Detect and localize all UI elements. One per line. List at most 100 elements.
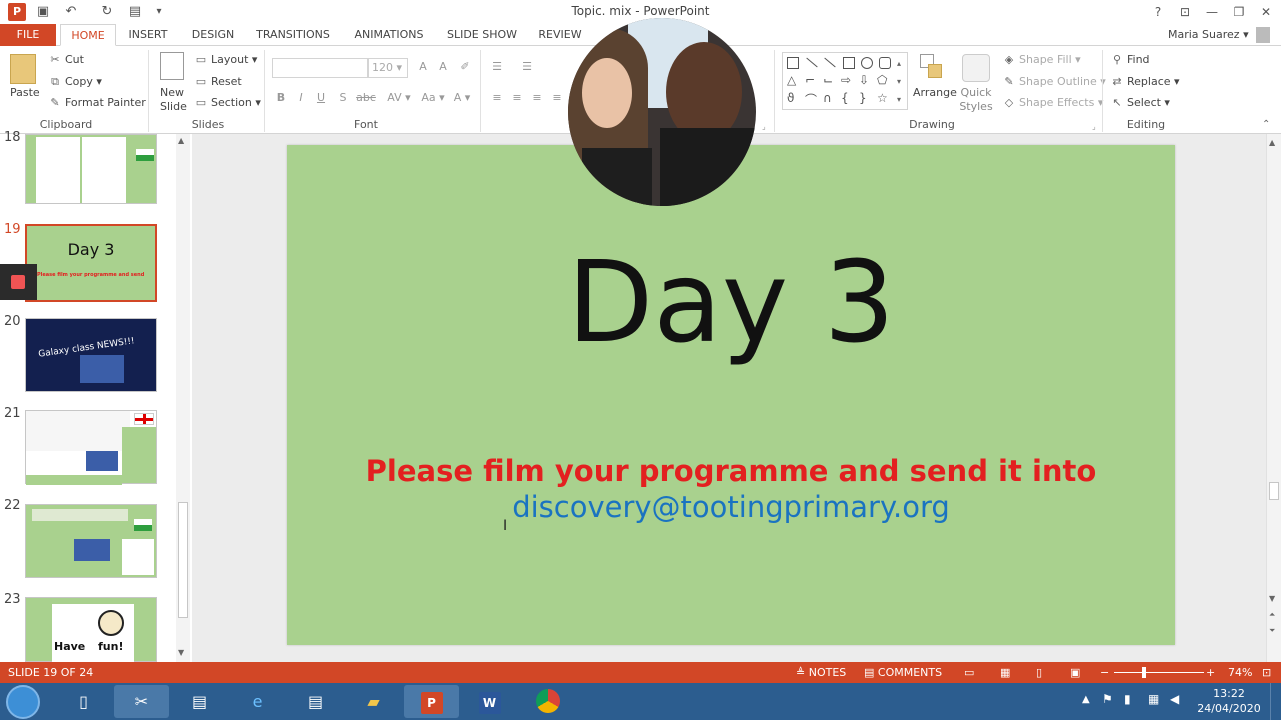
action-center-icon[interactable]: ⚑ xyxy=(1102,692,1113,706)
taskbar-presentation-icon[interactable]: ▤ xyxy=(172,685,227,718)
paste-button[interactable]: Paste xyxy=(10,86,40,99)
slide-body-line-1[interactable]: Please film your programme and send it i… xyxy=(287,454,1175,488)
taskbar-chrome-icon[interactable] xyxy=(520,685,575,718)
taskbar-file-explorer-icon[interactable]: ▰ xyxy=(346,685,401,718)
grow-font-icon[interactable]: A xyxy=(414,59,432,75)
stop-record-icon[interactable] xyxy=(11,275,25,289)
shape-outline-button[interactable]: ✎ Shape Outline ▾ xyxy=(1002,75,1105,88)
elbow-shape-icon[interactable]: ⌙ xyxy=(823,73,833,87)
show-hidden-icons-icon[interactable]: ▲ xyxy=(1082,694,1090,705)
power-icon[interactable]: ▮ xyxy=(1124,692,1131,706)
shapes-gallery[interactable]: △ ⌐ ⌙ ⇨ ⇩ ⬠ ϑ ⌒ ∩ { } ☆ ▴ ▾ ▾ xyxy=(782,52,908,110)
slide-thumbnail-21[interactable] xyxy=(25,410,157,485)
taskbar-blank-document-icon[interactable]: ▯ xyxy=(56,685,111,718)
slide-thumbnail-23[interactable]: Have fun! xyxy=(25,597,157,662)
quick-styles-button[interactable]: Quick Styles xyxy=(958,86,994,114)
reset-button[interactable]: ▭ Reset xyxy=(194,75,242,88)
minimize-button[interactable]: — xyxy=(1199,2,1225,22)
next-slide-icon[interactable]: ⏷ xyxy=(1269,626,1275,636)
font-color-button[interactable]: A ▾ xyxy=(450,90,474,106)
taskbar-screen-icon[interactable]: ▤ xyxy=(288,685,343,718)
find-button[interactable]: ⚲ Find xyxy=(1110,53,1150,66)
comments-button[interactable]: ▤ COMMENTS xyxy=(864,662,942,683)
quick-styles-icon[interactable] xyxy=(962,54,990,82)
slide-title[interactable]: Day 3 xyxy=(287,238,1175,368)
font-name-box[interactable] xyxy=(272,58,368,78)
star-shape-icon[interactable]: ☆ xyxy=(877,91,888,105)
replace-button[interactable]: ⇄ Replace ▾ xyxy=(1110,75,1179,88)
bullets-icon[interactable]: ☰ xyxy=(488,59,506,75)
shapes-more-icon[interactable]: ▴ ▾ ▾ xyxy=(897,55,901,109)
help-button[interactable]: ? xyxy=(1145,2,1171,22)
shape-effects-button[interactable]: ◇ Shape Effects ▾ xyxy=(1002,96,1104,109)
align-center-icon[interactable]: ≡ xyxy=(508,90,526,106)
ribbon-display-icon[interactable]: ⊡ xyxy=(1172,2,1198,22)
zoom-slider-thumb[interactable] xyxy=(1142,667,1146,678)
align-right-icon[interactable]: ≡ xyxy=(528,90,546,106)
bold-button[interactable]: B xyxy=(272,90,290,106)
slide-thumbnail-19[interactable]: Day 3 Please film your programme and sen… xyxy=(25,224,157,302)
scroll-up-icon[interactable]: ▲ xyxy=(1269,138,1275,147)
justify-icon[interactable]: ≡ xyxy=(548,90,566,106)
oval-shape-icon[interactable] xyxy=(861,57,873,69)
down-arrow-shape-icon[interactable]: ⇩ xyxy=(859,73,869,87)
select-button[interactable]: ↖ Select ▾ xyxy=(1110,96,1170,109)
paragraph-dialog-launcher-icon[interactable]: ⌟ xyxy=(762,122,766,131)
new-slide-button[interactable]: New Slide xyxy=(160,86,187,114)
arrange-icon[interactable] xyxy=(920,54,944,80)
shadow-button[interactable]: S xyxy=(334,90,352,106)
tab-design[interactable]: DESIGN xyxy=(186,24,240,46)
collapse-ribbon-icon[interactable]: ⌃ xyxy=(1262,119,1270,130)
show-desktop-button[interactable] xyxy=(1270,683,1281,720)
triangle-shape-icon[interactable]: △ xyxy=(787,73,796,87)
tab-animations[interactable]: ANIMATIONS xyxy=(346,24,432,46)
taskbar-powerpoint-icon[interactable]: P xyxy=(404,685,459,718)
cut-button[interactable]: ✂ Cut xyxy=(48,53,84,66)
numbering-icon[interactable]: ☰ xyxy=(518,59,536,75)
paste-icon[interactable] xyxy=(10,54,36,84)
curve-shape-icon[interactable]: ∩ xyxy=(823,91,832,105)
current-slide[interactable] xyxy=(287,145,1175,645)
rounded-rectangle-shape-icon[interactable] xyxy=(879,57,891,69)
restore-button[interactable]: ❐ xyxy=(1226,2,1252,22)
copy-button[interactable]: ⧉ Copy ▾ xyxy=(48,75,102,89)
arc-shape-icon[interactable]: ⌒ xyxy=(805,91,817,108)
shape-fill-button[interactable]: ◈ Shape Fill ▾ xyxy=(1002,53,1081,66)
scribble-shape-icon[interactable]: ϑ xyxy=(787,91,794,105)
system-clock[interactable]: 13:22 24/04/2020 xyxy=(1196,686,1262,716)
zoom-slider[interactable] xyxy=(1114,672,1204,673)
section-button[interactable]: ▭ Section ▾ xyxy=(194,96,261,109)
slide-email-link[interactable]: discovery@tootingprimary.org xyxy=(287,490,1175,524)
layout-button[interactable]: ▭ Layout ▾ xyxy=(194,53,258,66)
tab-insert[interactable]: INSERT xyxy=(122,24,174,46)
scroll-thumb[interactable] xyxy=(1269,482,1279,500)
recording-indicator[interactable] xyxy=(0,264,37,300)
tab-slide-show[interactable]: SLIDE SHOW xyxy=(444,24,520,46)
slide-sorter-icon[interactable]: ▦ xyxy=(1000,662,1010,683)
arrow-shape-icon[interactable] xyxy=(824,57,836,68)
slide-scrollbar[interactable]: ▲ ▼ ⏶ ⏷ xyxy=(1266,134,1281,662)
network-icon[interactable]: ▦ xyxy=(1148,692,1159,706)
slide-thumbnail-20[interactable]: Galaxy class NEWS!!! xyxy=(25,318,157,392)
arrange-button[interactable]: Arrange xyxy=(913,86,957,99)
thumbnail-scrollbar[interactable]: ▲ ▼ xyxy=(176,134,190,662)
volume-icon[interactable]: ◀ xyxy=(1170,692,1179,706)
zoom-out-button[interactable]: − xyxy=(1100,662,1109,683)
drawing-dialog-launcher-icon[interactable]: ⌟ xyxy=(1092,122,1096,131)
underline-button[interactable]: U xyxy=(312,90,330,106)
scroll-down-icon[interactable]: ▼ xyxy=(1269,594,1275,603)
character-spacing-button[interactable]: AV ▾ xyxy=(384,90,414,106)
taskbar-word-icon[interactable]: W xyxy=(462,685,517,718)
taskbar-snipping-tool-icon[interactable]: ✂ xyxy=(114,685,169,718)
close-button[interactable]: ✕ xyxy=(1253,2,1279,22)
tab-home[interactable]: HOME xyxy=(60,24,116,46)
align-left-icon[interactable]: ≡ xyxy=(488,90,506,106)
normal-view-icon[interactable]: ▭ xyxy=(964,662,974,683)
scroll-up-icon[interactable]: ▲ xyxy=(178,136,184,145)
rectangle-shape-icon[interactable] xyxy=(843,57,855,69)
change-case-button[interactable]: Aa ▾ xyxy=(418,90,448,106)
freeform-shape-icon[interactable]: ⬠ xyxy=(877,73,887,87)
slideshow-view-icon[interactable]: ▣ xyxy=(1070,662,1080,683)
text-box-shape-icon[interactable] xyxy=(787,57,799,69)
start-button-icon[interactable] xyxy=(6,685,40,719)
